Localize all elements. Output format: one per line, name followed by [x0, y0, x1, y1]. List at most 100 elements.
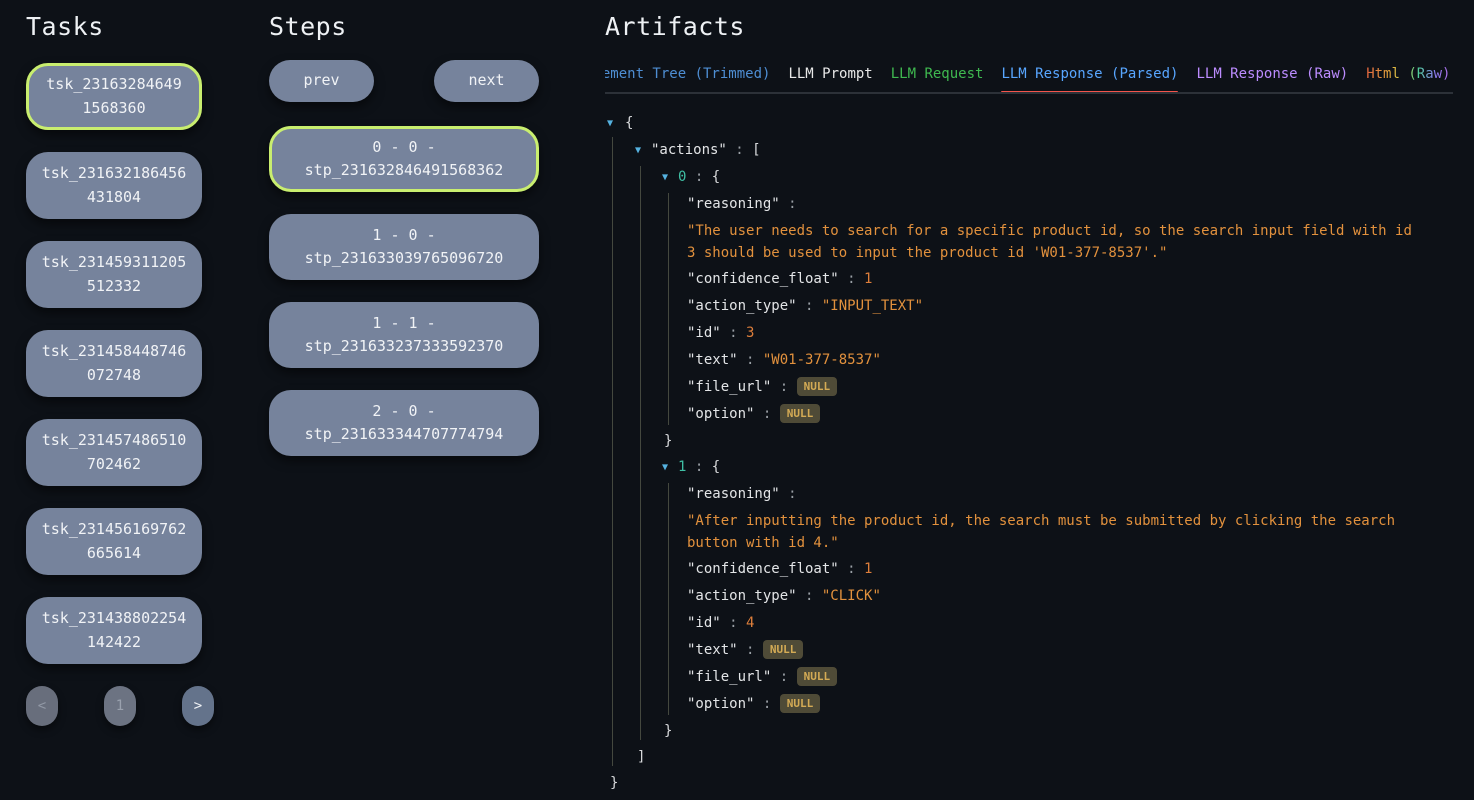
steps-title: Steps: [269, 0, 539, 41]
json-row-root-open: ▼{: [605, 110, 1453, 137]
null-badge: NULL: [780, 404, 821, 423]
json-row-reasoning: "reasoning" :: [605, 191, 1453, 218]
json-string: "After inputting the product id, the sea…: [687, 513, 1395, 551]
json-colon: :: [721, 325, 746, 341]
task-button[interactable]: tsk_231458448746 072748: [26, 330, 202, 397]
json-row-file-url: "file_url" : NULL: [605, 374, 1453, 401]
json-row-item-0: ▼0 : {: [605, 164, 1453, 191]
json-colon: :: [797, 588, 822, 604]
json-key: "action_type": [687, 298, 797, 314]
task-button[interactable]: tsk_231459311205 512332: [26, 241, 202, 308]
json-bracket: [: [752, 142, 760, 158]
json-row-action-type: "action_type" : "INPUT_TEXT": [605, 293, 1453, 320]
json-row-item-1: ▼1 : {: [605, 454, 1453, 481]
json-key: "file_url": [687, 669, 771, 685]
tasks-panel: Tasks tsk_23163284649 1568360 tsk_231632…: [26, 0, 202, 726]
json-key: "action_type": [687, 588, 797, 604]
artifact-tabs: Element Tree (Trimmed) LLM Prompt LLM Re…: [605, 66, 1453, 94]
json-row-text: "text" : NULL: [605, 637, 1453, 664]
tab-llm-response-parsed[interactable]: LLM Response (Parsed): [1001, 66, 1178, 92]
json-string: "W01-377-8537": [763, 352, 881, 368]
step-nav: prev next: [269, 60, 539, 102]
step-button[interactable]: 1 - 1 - stp_231633237333592370: [269, 302, 539, 368]
json-row-confidence: "confidence_float" : 1: [605, 556, 1453, 583]
step-button[interactable]: 0 - 0 - stp_231632846491568362: [269, 126, 539, 192]
json-key: "confidence_float": [687, 271, 839, 287]
tasks-pagination: < 1 >: [26, 686, 214, 726]
json-bracket: }: [664, 433, 672, 449]
json-row-file-url: "file_url" : NULL: [605, 664, 1453, 691]
null-badge: NULL: [780, 694, 821, 713]
json-colon: :: [738, 352, 763, 368]
json-colon: :: [686, 459, 711, 475]
json-key: "reasoning": [687, 196, 780, 212]
null-badge: NULL: [797, 377, 838, 396]
json-number: 3: [746, 325, 754, 341]
json-row-close-obj: }: [605, 718, 1453, 744]
json-row-id: "id" : 3: [605, 320, 1453, 347]
json-row-confidence: "confidence_float" : 1: [605, 266, 1453, 293]
json-row-root-close: }: [605, 770, 1453, 796]
json-colon: :: [721, 615, 746, 631]
json-string-value: "The user needs to search for a specific…: [605, 218, 1453, 266]
tab-llm-request[interactable]: LLM Request: [891, 66, 984, 92]
task-button[interactable]: tsk_231456169762 665614: [26, 508, 202, 575]
tasks-title: Tasks: [26, 0, 202, 41]
json-colon: :: [754, 406, 779, 422]
collapse-arrow-icon[interactable]: ▼: [662, 164, 668, 191]
step-button[interactable]: 1 - 0 - stp_231633039765096720: [269, 214, 539, 280]
tab-html-raw[interactable]: Html (Raw): [1366, 66, 1450, 92]
json-key: "id": [687, 325, 721, 341]
json-colon: :: [727, 142, 752, 158]
prev-step-button[interactable]: prev: [269, 60, 374, 102]
collapse-arrow-icon[interactable]: ▼: [662, 454, 668, 481]
json-colon: :: [839, 271, 864, 287]
json-colon: :: [738, 642, 763, 658]
json-number: 1: [864, 271, 872, 287]
json-bracket: {: [712, 459, 720, 475]
tab-llm-prompt[interactable]: LLM Prompt: [788, 66, 872, 92]
null-badge: NULL: [763, 640, 804, 659]
json-row-close-array: ]: [605, 744, 1453, 770]
json-key: "option": [687, 696, 754, 712]
pagination-prev-button[interactable]: <: [26, 686, 58, 726]
json-colon: :: [839, 561, 864, 577]
step-button[interactable]: 2 - 0 - stp_231633344707774794: [269, 390, 539, 456]
json-key: "confidence_float": [687, 561, 839, 577]
json-tree-viewer: ▼{ ▼"actions" : [ ▼0 : { "reasoning" : "…: [605, 110, 1453, 796]
json-key: "actions": [651, 142, 727, 158]
json-bracket: ]: [637, 749, 645, 765]
tab-element-tree-trimmed[interactable]: Element Tree (Trimmed): [605, 66, 770, 92]
json-string: "INPUT_TEXT": [822, 298, 923, 314]
next-step-button[interactable]: next: [434, 60, 539, 102]
task-button[interactable]: tsk_231438802254 142422: [26, 597, 202, 664]
json-string: "The user needs to search for a specific…: [687, 223, 1412, 261]
task-button[interactable]: tsk_23163284649 1568360: [26, 63, 202, 130]
pagination-next-button[interactable]: >: [182, 686, 214, 726]
collapse-arrow-icon[interactable]: ▼: [607, 110, 613, 137]
json-row-action-type: "action_type" : "CLICK": [605, 583, 1453, 610]
pagination-page-button[interactable]: 1: [104, 686, 136, 726]
tab-llm-response-raw[interactable]: LLM Response (Raw): [1196, 66, 1348, 92]
json-row-option: "option" : NULL: [605, 401, 1453, 428]
json-key: "option": [687, 406, 754, 422]
task-button[interactable]: tsk_231457486510 702462: [26, 419, 202, 486]
json-string: "CLICK": [822, 588, 881, 604]
json-bracket: }: [664, 723, 672, 739]
json-row-close-obj: }: [605, 428, 1453, 454]
collapse-arrow-icon[interactable]: ▼: [635, 137, 641, 164]
json-row-option: "option" : NULL: [605, 691, 1453, 718]
json-number: 4: [746, 615, 754, 631]
json-string-value: "After inputting the product id, the sea…: [605, 508, 1453, 556]
json-key: "file_url": [687, 379, 771, 395]
json-bracket: {: [625, 115, 633, 131]
json-colon: :: [780, 196, 797, 212]
null-badge: NULL: [797, 667, 838, 686]
task-button[interactable]: tsk_231632186456 431804: [26, 152, 202, 219]
json-number: 1: [864, 561, 872, 577]
json-bracket: }: [610, 775, 618, 791]
json-key: "id": [687, 615, 721, 631]
json-row-actions: ▼ "actions" : [: [605, 137, 1453, 164]
json-colon: :: [754, 696, 779, 712]
json-row-text: "text" : "W01-377-8537": [605, 347, 1453, 374]
